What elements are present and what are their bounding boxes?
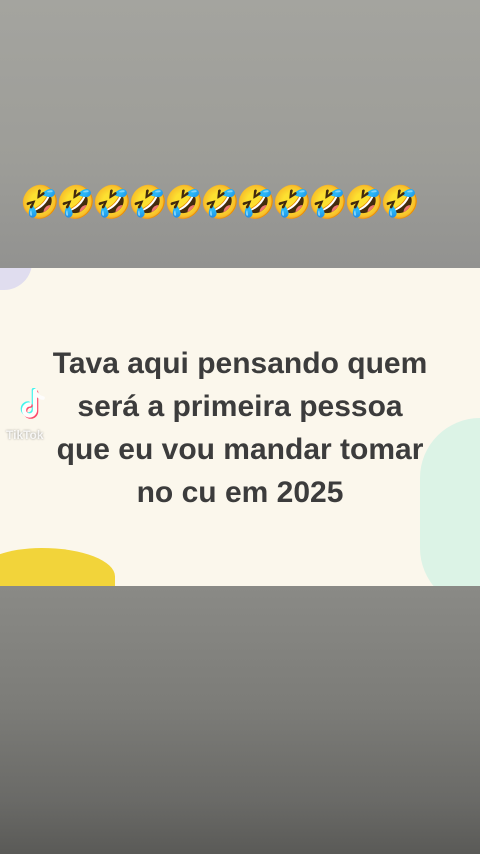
card-line-4: no cu em 2025 bbox=[136, 476, 344, 509]
card-line-2: será a primeira pessoa bbox=[77, 390, 403, 423]
rolling-laughing-emoji: 🤣 bbox=[128, 184, 168, 220]
bottom-background bbox=[0, 586, 480, 854]
rolling-laughing-emoji: 🤣 bbox=[308, 184, 348, 220]
rolling-laughing-emoji: 🤣 bbox=[56, 184, 96, 220]
card-message: Tava aqui pensando quem será a primeira … bbox=[0, 342, 480, 514]
rolling-laughing-emoji: 🤣 bbox=[200, 184, 240, 220]
text-card: Tava aqui pensando quem será a primeira … bbox=[0, 268, 480, 586]
tiktok-logo-icon bbox=[20, 388, 45, 419]
yellow-blob-decoration bbox=[0, 548, 115, 586]
rolling-laughing-emoji: 🤣 bbox=[164, 184, 204, 220]
lavender-blob-decoration bbox=[0, 268, 32, 290]
rolling-laughing-emoji: 🤣 bbox=[236, 184, 276, 220]
rolling-laughing-emoji: 🤣 bbox=[20, 184, 60, 220]
rolling-laughing-emoji: 🤣 bbox=[272, 184, 312, 220]
emoji-row: 🤣 🤣 🤣 🤣 🤣 🤣 🤣 🤣 🤣 🤣 🤣 bbox=[20, 184, 420, 220]
rolling-laughing-emoji: 🤣 bbox=[380, 184, 420, 220]
tiktok-watermark-label: TikTok bbox=[6, 428, 44, 442]
rolling-laughing-emoji: 🤣 bbox=[344, 184, 384, 220]
rolling-laughing-emoji: 🤣 bbox=[92, 184, 132, 220]
card-line-3: que eu vou mandar tomar bbox=[56, 433, 424, 466]
card-line-1: Tava aqui pensando quem bbox=[52, 347, 428, 380]
video-frame: 🤣 🤣 🤣 🤣 🤣 🤣 🤣 🤣 🤣 🤣 🤣 Tava aqui pensando quem será… bbox=[0, 0, 480, 854]
top-background bbox=[0, 0, 480, 268]
